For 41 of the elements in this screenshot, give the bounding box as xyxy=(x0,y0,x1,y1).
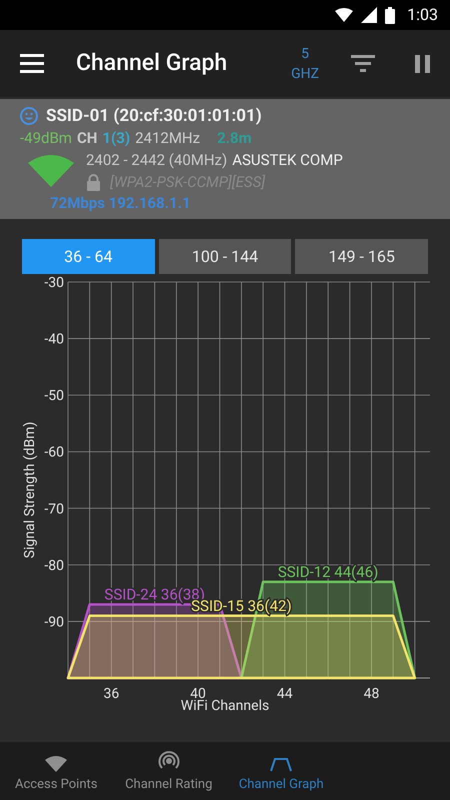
y-tick-label: -40 xyxy=(44,332,64,348)
y-tick-label: -30 xyxy=(44,276,64,291)
vendor-name: ASUSTEK COMP xyxy=(232,150,343,171)
speed-and-ip: 72Mbps 192.168.1.1 xyxy=(50,193,192,213)
nav-tab[interactable]: Channel Graph xyxy=(225,742,338,800)
x-tick-label: 36 xyxy=(103,686,120,702)
y-tick-label: -70 xyxy=(44,501,64,518)
signal-icon xyxy=(361,7,378,23)
x-tick-label: 44 xyxy=(276,686,293,702)
y-tick-label: -60 xyxy=(44,444,64,461)
ssid-label: SSID-01 (20:cf:30:01:01:01) xyxy=(46,105,262,127)
smiley-icon xyxy=(20,107,38,125)
y-tick-label: -90 xyxy=(44,614,64,630)
pause-button[interactable] xyxy=(415,54,430,72)
x-axis-title: WiFi Channels xyxy=(180,698,270,714)
channel-label: CH xyxy=(76,128,98,149)
menu-button[interactable] xyxy=(20,54,44,73)
broadcast-icon xyxy=(158,750,180,772)
channel-range-tab[interactable]: 36 - 64 xyxy=(22,239,155,274)
band-toggle[interactable]: 5 GHZ xyxy=(291,44,319,84)
distance: 2.8m xyxy=(217,128,252,149)
lock-icon xyxy=(86,174,101,190)
wifi-signal-icon xyxy=(28,153,74,187)
filter-button[interactable] xyxy=(351,55,375,72)
wifi-icon xyxy=(45,756,68,772)
channel-range-tab[interactable]: 100 - 144 xyxy=(158,239,292,274)
channel-number: 1(3) xyxy=(102,128,130,149)
frequency-range: 2402 - 2442 (40MHz) xyxy=(86,150,228,171)
signal-strength: -49dBm xyxy=(20,128,72,149)
screen-title: Channel Graph xyxy=(76,48,228,78)
wifi-icon xyxy=(335,8,354,22)
nav-tab[interactable]: Channel Rating xyxy=(112,742,225,800)
nav-tab[interactable]: Access Points xyxy=(0,742,112,800)
x-tick-label: 48 xyxy=(364,686,380,702)
battery-icon xyxy=(385,6,396,24)
y-axis-title: Signal Strength (dBm) xyxy=(22,422,38,558)
channel-range-tab[interactable]: 149 - 165 xyxy=(295,239,428,274)
y-tick-label: -80 xyxy=(44,558,64,574)
clock: 1:03 xyxy=(407,4,438,26)
frequency: 2412MHz xyxy=(135,128,200,149)
y-tick-label: -50 xyxy=(44,388,64,404)
